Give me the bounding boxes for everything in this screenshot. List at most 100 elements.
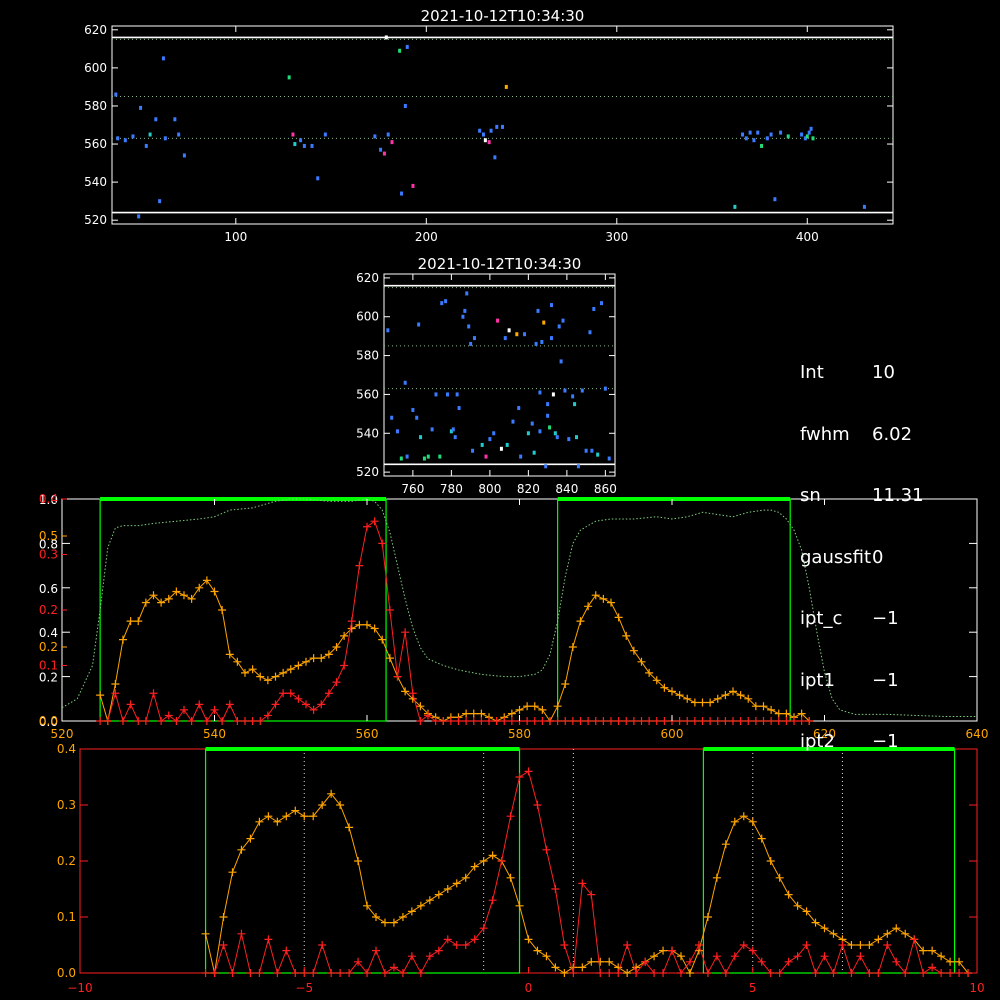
image-pixel — [453, 435, 457, 440]
image-pixel — [400, 191, 404, 196]
orange-data-point — [568, 643, 577, 651]
red-data-point — [507, 717, 516, 725]
orange-data-point — [187, 594, 196, 603]
orange-data-point — [380, 918, 389, 927]
image-pixel — [419, 435, 423, 440]
orange-data-point — [659, 946, 668, 955]
orange-data-point — [650, 952, 659, 961]
image-pixel — [523, 332, 527, 337]
image-pixel — [507, 328, 511, 333]
image-pixel — [390, 140, 394, 145]
x-tick-label: 100 — [224, 230, 247, 244]
image-pixel — [862, 204, 866, 209]
red-data-point — [286, 689, 295, 698]
y-tick-label: 0.1 — [57, 910, 76, 924]
orange-data-point — [385, 654, 394, 663]
orange-data-point — [736, 691, 745, 700]
image-pixel — [139, 105, 143, 110]
red-data-point — [614, 717, 623, 725]
red-data-point — [389, 963, 398, 972]
orange-data-point — [614, 613, 623, 622]
y-tick-label: 0.2 — [57, 854, 76, 868]
orange-data-point — [703, 913, 712, 921]
orange-data-point — [300, 812, 309, 821]
red-data-point — [340, 661, 349, 670]
red-data-point — [660, 717, 669, 725]
info-label: Int — [800, 362, 824, 383]
image-pixel — [596, 452, 600, 457]
red-data-point — [246, 969, 255, 977]
y-tick-label: 600 — [356, 310, 379, 324]
image-pixel — [116, 136, 120, 141]
red-data-point — [210, 705, 219, 714]
red-data-point — [233, 717, 242, 725]
y-tick-label: 580 — [84, 99, 107, 113]
orange-data-point — [462, 709, 471, 718]
x-tick-label: 780 — [440, 482, 463, 496]
red-data-point — [523, 717, 532, 725]
image-pixel — [551, 392, 555, 397]
orange-data-point — [255, 817, 264, 826]
image-pixel — [511, 419, 515, 424]
image-pixel — [561, 318, 565, 323]
image-pixel — [492, 431, 496, 436]
red-data-point — [690, 717, 699, 725]
info-row-ipt-c: ipt_c −1 — [800, 608, 924, 630]
red-data-point — [561, 717, 570, 725]
y-tick-label: 0.2 — [39, 671, 58, 685]
red-data-point — [553, 717, 562, 725]
image-pixel — [379, 147, 383, 152]
red-data-point — [294, 694, 303, 703]
orange-data-point — [201, 929, 210, 938]
red-data-point — [202, 717, 211, 725]
orange-data-point — [553, 702, 562, 711]
y-tick-label: 620 — [84, 23, 107, 37]
image-pixel — [451, 427, 455, 432]
red-data-point — [703, 969, 712, 977]
image-pixel — [484, 454, 488, 459]
orange-data-point — [596, 957, 605, 966]
image-pixel — [733, 204, 737, 209]
orange-data-point — [587, 957, 596, 966]
info-value: 0 — [872, 546, 884, 568]
orange-data-point — [584, 602, 593, 611]
red-data-point — [928, 963, 937, 972]
image-pixel — [563, 388, 567, 393]
red-data-point — [614, 969, 623, 977]
orange-data-point — [847, 941, 856, 949]
image-pixel — [144, 143, 148, 148]
spectrum-2-panel — [79, 747, 978, 977]
red-data-point — [605, 969, 614, 977]
y-tick-label: 620 — [356, 271, 379, 285]
plot-title: 2021-10-12T10:34:30 — [418, 255, 582, 273]
red-data-point — [546, 717, 554, 725]
red-data-point — [607, 717, 615, 725]
red-data-point — [218, 717, 227, 725]
image-pixel — [480, 442, 484, 447]
orange-data-point — [683, 694, 692, 703]
red-data-point — [856, 952, 865, 961]
image-pixel — [555, 435, 559, 440]
red-data-point — [309, 969, 318, 977]
red-data-point — [264, 935, 273, 944]
info-row-fwhm: fwhm 6.02 — [800, 423, 924, 446]
red-series-line — [205, 770, 969, 975]
y-tick-label: 560 — [356, 387, 379, 401]
info-value: 6.02 — [872, 423, 913, 445]
orange-data-point — [739, 812, 748, 821]
image-pixel — [544, 464, 548, 469]
orange-data-point — [354, 857, 363, 865]
y-tick-label: 0.6 — [39, 582, 58, 596]
red-data-point — [96, 717, 105, 725]
image-pixel — [173, 117, 177, 122]
red-data-point — [126, 700, 135, 709]
orange-data-point — [713, 694, 722, 703]
image-pixel — [403, 380, 407, 385]
red-data-point — [416, 717, 425, 725]
image-pixel — [373, 134, 377, 139]
red-data-point — [599, 717, 608, 725]
image-pixel — [457, 406, 461, 411]
image-pixel — [588, 330, 592, 335]
orange-data-point — [561, 680, 570, 688]
orange-data-point — [883, 929, 892, 938]
